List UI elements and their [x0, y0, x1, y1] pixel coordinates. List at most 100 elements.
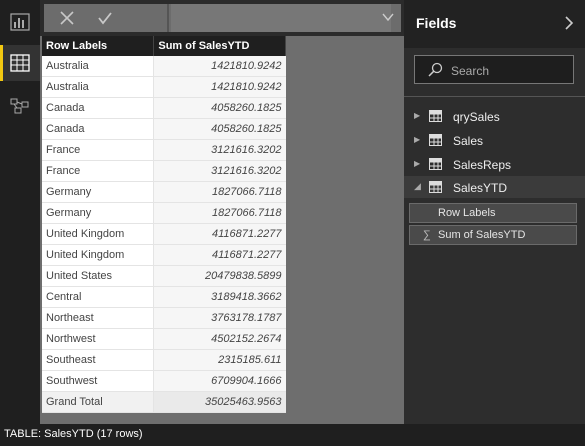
sigma-icon: ∑: [423, 229, 431, 241]
chevron-down-icon[interactable]: [381, 10, 395, 24]
field-table-name: Sales: [453, 134, 484, 148]
fields-pane: Fields Search ▶ qrySales ▶ Sales ▶ Sales…: [404, 0, 585, 424]
table-icon: [429, 134, 442, 146]
formula-input[interactable]: [171, 4, 391, 32]
table-row[interactable]: United Kingdom 4116871.2277: [42, 223, 286, 245]
value-cell: 35025463.9563: [153, 391, 286, 413]
field-table-name: qrySales: [453, 110, 500, 124]
fields-title: Fields: [416, 15, 457, 31]
search-icon: [428, 62, 443, 77]
table-row[interactable]: United Kingdom 4116871.2277: [42, 244, 286, 266]
search-input[interactable]: Search: [414, 55, 574, 84]
row-label-cell: Grand Total: [42, 391, 154, 413]
row-label-cell: Germany: [42, 181, 154, 203]
fields-header: Fields: [404, 0, 585, 48]
column-header[interactable]: Sum of SalesYTD: [153, 36, 286, 56]
report-view-icon: [10, 13, 30, 31]
row-label-cell: Northeast: [42, 307, 154, 329]
model-view-icon: [10, 98, 29, 114]
row-label-cell: France: [42, 139, 154, 161]
table-row[interactable]: Central 3189418.3662: [42, 286, 286, 308]
chevron-right-icon[interactable]: [563, 15, 575, 31]
formula-separator: [167, 4, 169, 32]
commit-button[interactable]: [88, 4, 122, 32]
table-row[interactable]: Australia 1421810.9242: [42, 76, 286, 98]
table-row[interactable]: France 3121616.3202: [42, 139, 286, 161]
table-row[interactable]: United States 20479838.5899: [42, 265, 286, 287]
value-cell: 3189418.3662: [153, 286, 286, 308]
value-cell: 6709904.1666: [153, 370, 286, 392]
field-chip-row-labels[interactable]: Row Labels: [409, 203, 577, 223]
column-header[interactable]: Row Labels: [42, 36, 155, 56]
table-row[interactable]: Canada 4058260.1825: [42, 118, 286, 140]
row-label-cell: Central: [42, 286, 154, 308]
value-cell: 4058260.1825: [153, 118, 286, 140]
close-icon: [60, 11, 74, 25]
collapse-caret-icon[interactable]: ◢: [414, 181, 421, 192]
value-cell: 4116871.2277: [153, 244, 286, 266]
row-label-cell: Canada: [42, 97, 154, 119]
field-table-name: SalesYTD: [453, 181, 508, 195]
row-label-cell: Northwest: [42, 328, 154, 350]
row-label-cell: Germany: [42, 202, 154, 224]
table-row[interactable]: Northeast 3763178.1787: [42, 307, 286, 329]
view-rail: [0, 0, 40, 424]
table-row[interactable]: Southwest 6709904.1666: [42, 370, 286, 392]
row-label-cell: Australia: [42, 56, 154, 77]
header-row: Row Labels Sum of SalesYTD: [42, 36, 286, 56]
data-canvas: Row Labels Sum of SalesYTD Australia 1421…: [40, 36, 404, 424]
field-table-salesreps[interactable]: ▶ SalesReps: [404, 153, 585, 175]
table-icon: [429, 110, 442, 122]
value-cell: 3121616.3202: [153, 160, 286, 182]
value-cell: 3763178.1787: [153, 307, 286, 329]
row-label-cell: Australia: [42, 76, 154, 98]
formula-bar: [44, 4, 401, 32]
value-cell: 1827066.7118: [153, 202, 286, 224]
data-grid: Row Labels Sum of SalesYTD Australia 1421…: [42, 36, 286, 413]
field-table-name: SalesReps: [453, 158, 512, 172]
value-cell: 20479838.5899: [153, 265, 286, 287]
grand-total-row[interactable]: Grand Total 35025463.9563: [42, 391, 286, 413]
expand-caret-icon[interactable]: ▶: [414, 135, 420, 144]
report-view-button[interactable]: [0, 4, 40, 40]
status-bar: TABLE: SalesYTD (17 rows): [0, 424, 585, 446]
value-cell: 4058260.1825: [153, 97, 286, 119]
model-view-button[interactable]: [0, 88, 40, 124]
value-cell: 4116871.2277: [153, 223, 286, 245]
expand-caret-icon[interactable]: ▶: [414, 159, 420, 168]
table-row[interactable]: Northwest 4502152.2674: [42, 328, 286, 350]
cancel-button[interactable]: [50, 4, 84, 32]
row-label-cell: Canada: [42, 118, 154, 140]
pane-divider: [404, 96, 585, 97]
value-cell: 3121616.3202: [153, 139, 286, 161]
row-label-cell: France: [42, 160, 154, 182]
field-chip-label: Sum of SalesYTD: [438, 229, 526, 241]
value-cell: 4502152.2674: [153, 328, 286, 350]
field-chip-label: Row Labels: [438, 207, 496, 219]
value-cell: 1827066.7118: [153, 181, 286, 203]
table-row[interactable]: Germany 1827066.7118: [42, 202, 286, 224]
row-label-cell: United Kingdom: [42, 244, 154, 266]
row-label-cell: United Kingdom: [42, 223, 154, 245]
checkmark-icon: [98, 12, 112, 25]
table-row[interactable]: Germany 1827066.7118: [42, 181, 286, 203]
table-row[interactable]: France 3121616.3202: [42, 160, 286, 182]
table-row[interactable]: Australia 1421810.9242: [42, 56, 286, 77]
table-row[interactable]: Canada 4058260.1825: [42, 97, 286, 119]
field-table-qrysales[interactable]: ▶ qrySales: [404, 105, 585, 127]
search-placeholder: Search: [451, 64, 490, 78]
data-view-icon: [10, 54, 30, 72]
data-view-button[interactable]: [0, 45, 40, 81]
row-label-cell: Southwest: [42, 370, 154, 392]
value-cell: 1421810.9242: [153, 56, 286, 77]
table-icon: [429, 158, 442, 170]
value-cell: 2315185.611: [153, 349, 286, 371]
field-table-sales[interactable]: ▶ Sales: [404, 129, 585, 151]
field-table-salesytd[interactable]: ◢ SalesYTD: [404, 176, 585, 198]
expand-caret-icon[interactable]: ▶: [414, 111, 420, 120]
field-chip-sum-of-salesytd[interactable]: ∑ Sum of SalesYTD: [409, 225, 577, 245]
table-icon: [429, 181, 442, 193]
row-label-cell: Southeast: [42, 349, 154, 371]
value-cell: 1421810.9242: [153, 76, 286, 98]
table-row[interactable]: Southeast 2315185.611: [42, 349, 286, 371]
